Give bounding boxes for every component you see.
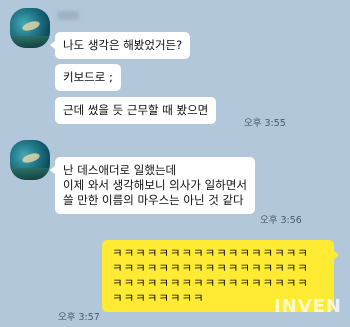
incoming-message[interactable]: 나도 생각은 해봤었거든?: [49, 32, 191, 59]
sender-avatar[interactable]: [10, 140, 50, 180]
incoming-message[interactable]: 난 데스애더로 일했는데 이제 와서 생각해보니 의사가 일하면서 쓸 만한 이…: [50, 157, 255, 214]
message-timestamp: 오후 3:57: [58, 312, 100, 323]
avatar-fish-decoration: [21, 151, 41, 165]
incoming-message[interactable]: 키보드로 ;: [55, 64, 121, 91]
avatar-reef-decoration: [10, 36, 50, 48]
avatar-reef-decoration: [10, 168, 50, 180]
sender-avatar[interactable]: [10, 8, 50, 48]
inven-watermark: INVEN: [273, 296, 342, 317]
avatar-fish-decoration: [21, 19, 41, 33]
incoming-message[interactable]: 근데 썼을 듯 근무할 때 봤으면: [55, 97, 217, 124]
message-timestamp: 오후 3:56: [260, 215, 302, 226]
message-timestamp: 오후 3:55: [244, 118, 286, 129]
sender-name-blurred: [57, 11, 79, 20]
